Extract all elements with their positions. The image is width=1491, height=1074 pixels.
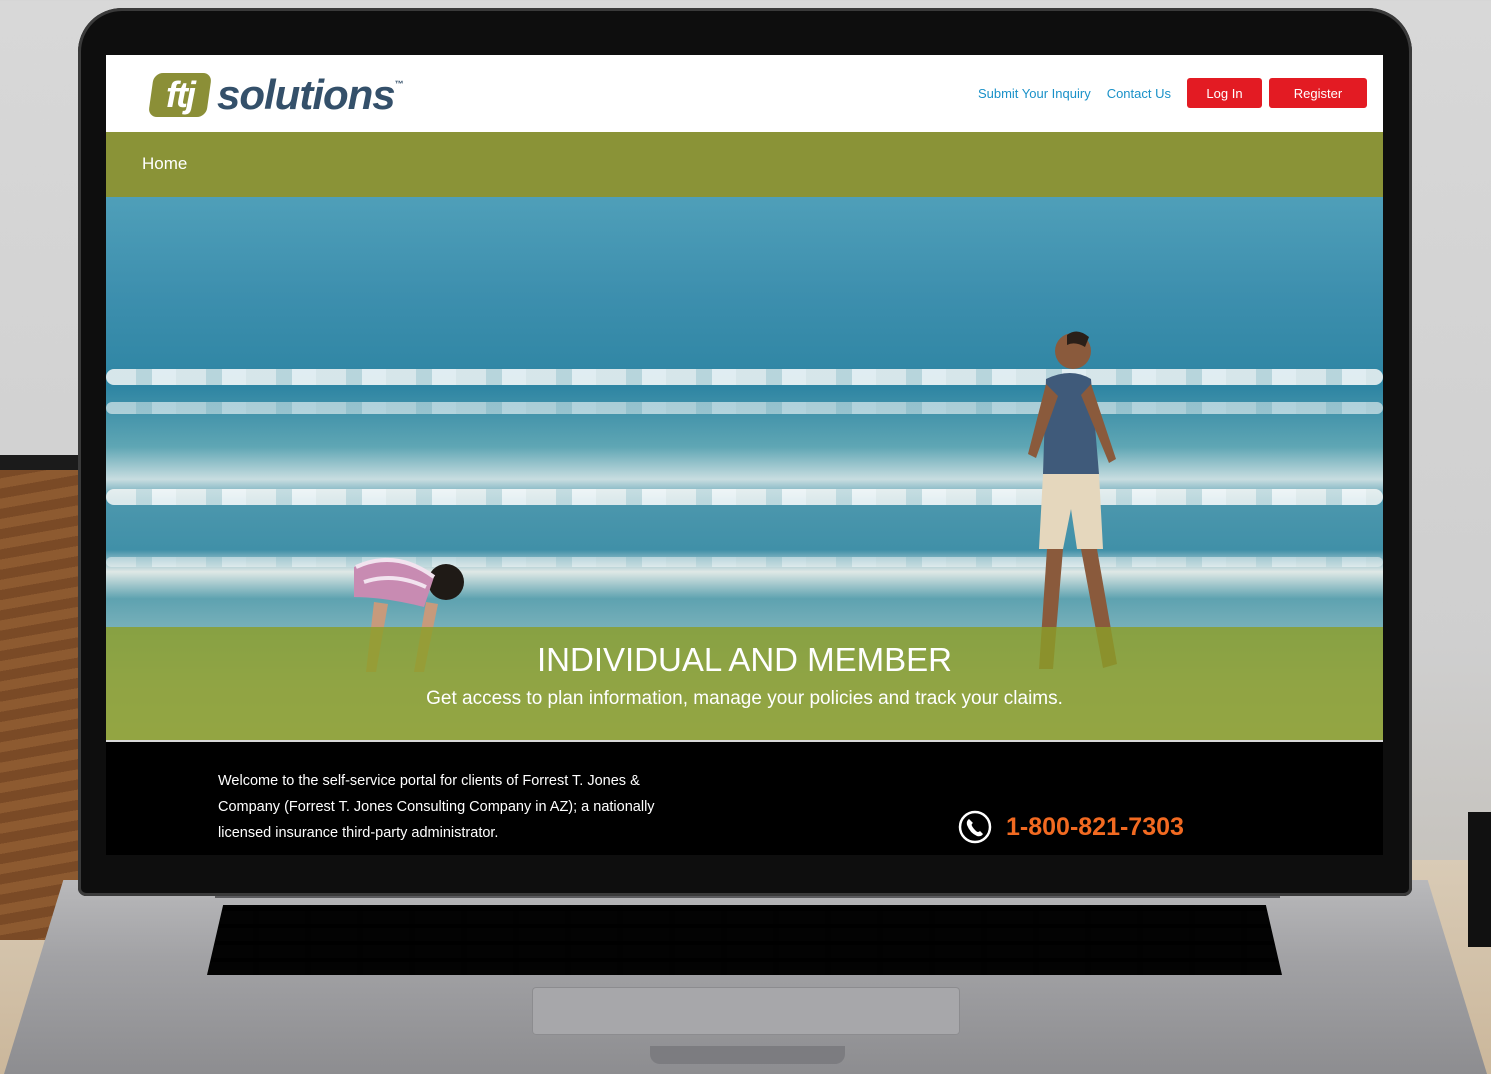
contact-us-link[interactable]: Contact Us (1107, 86, 1171, 101)
hero-subtitle: Get access to plan information, manage y… (426, 688, 1063, 709)
main-menu-bar: Home (106, 132, 1383, 197)
wave-foam (106, 369, 1383, 385)
ftj-logo[interactable]: ftj solutions ™ (147, 71, 404, 119)
logo-mark: ftj (147, 73, 213, 117)
laptop-trackpad (532, 987, 960, 1035)
submit-inquiry-link[interactable]: Submit Your Inquiry (978, 86, 1091, 101)
wave-foam (106, 489, 1383, 505)
site-header: ftj solutions ™ Submit Your Inquiry Cont… (106, 55, 1383, 132)
hero-caption-band: INDIVIDUAL AND MEMBER Get access to plan… (106, 627, 1383, 740)
info-footer: Welcome to the self-service portal for c… (106, 742, 1383, 855)
menu-item-home[interactable]: Home (142, 154, 187, 174)
laptop-notch (650, 1046, 845, 1064)
logo-trademark: ™ (394, 79, 404, 89)
header-nav: Submit Your Inquiry Contact Us Log In Re… (978, 78, 1367, 108)
phone-contact[interactable]: 1-800-821-7303 (958, 810, 1184, 844)
phone-icon (958, 810, 992, 844)
hero-title: INDIVIDUAL AND MEMBER (536, 641, 952, 678)
login-button[interactable]: Log In (1187, 78, 1262, 108)
logo-wordmark: solutions (217, 71, 396, 118)
laptop-keyboard (207, 905, 1282, 975)
welcome-text: Welcome to the self-service portal for c… (218, 773, 655, 841)
hero-banner: INDIVIDUAL AND MEMBER Get access to plan… (106, 197, 1383, 740)
phone-number[interactable]: 1-800-821-7303 (1006, 813, 1184, 842)
logo-mark-text: ftj (166, 74, 194, 115)
wave-foam (106, 557, 1383, 567)
register-button[interactable]: Register (1269, 78, 1367, 108)
desk-object (1468, 812, 1491, 947)
laptop-screen: ftj solutions ™ Submit Your Inquiry Cont… (106, 55, 1383, 855)
wave-foam (106, 402, 1383, 414)
